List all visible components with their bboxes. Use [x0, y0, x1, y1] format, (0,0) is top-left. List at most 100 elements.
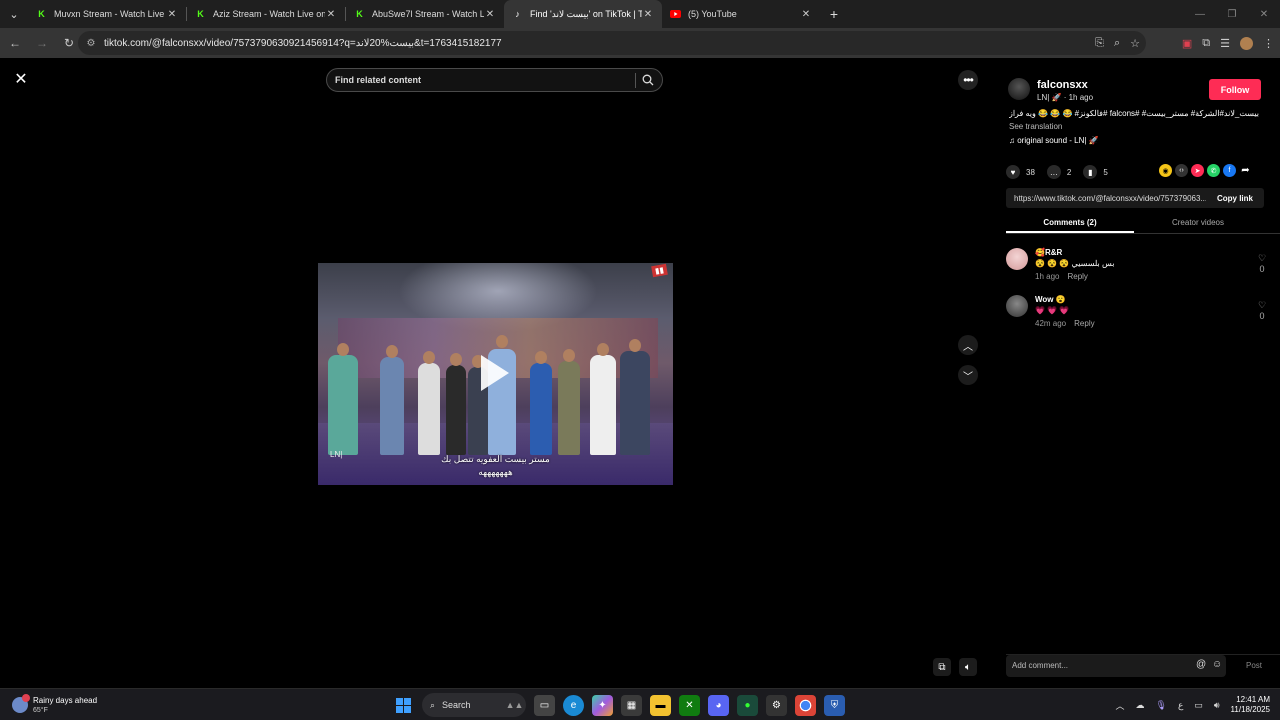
system-tray: ︿ ☁ 🎙︎ ع ▭ 🔊︎ 12:41 AM 11/18/2025: [1116, 693, 1270, 717]
forward-icon[interactable]: →: [30, 31, 54, 55]
follow-button[interactable]: Follow: [1209, 79, 1261, 100]
video-person: [446, 365, 466, 455]
site-info-icon[interactable]: ⚙: [78, 38, 104, 49]
facebook-icon[interactable]: f: [1223, 164, 1236, 177]
emoji-icon[interactable]: ☺: [1212, 659, 1222, 670]
picture-in-picture-icon[interactable]: ⧉: [933, 658, 951, 676]
share-link-box: https://www.tiktok.com/@falconsxx/video/…: [1006, 188, 1264, 208]
heart-outline-icon[interactable]: ♡: [1256, 300, 1268, 311]
reading-list-icon[interactable]: ☰: [1220, 37, 1230, 50]
tab-creator-videos[interactable]: Creator videos: [1134, 214, 1262, 233]
language-icon[interactable]: ع: [1178, 700, 1183, 711]
heart-outline-icon[interactable]: ♡: [1256, 253, 1268, 264]
volume-icon[interactable]: 🔈︎: [959, 658, 977, 676]
weather-widget[interactable]: Rainy days ahead 65°F: [12, 693, 122, 717]
commenter-name[interactable]: 🥰R&R: [1035, 248, 1062, 257]
author-avatar[interactable]: [1008, 78, 1030, 100]
video-person: [530, 363, 552, 455]
store-icon[interactable]: ▦: [621, 694, 642, 716]
close-tab-icon[interactable]: ✕: [166, 9, 178, 20]
url-text[interactable]: tiktok.com/@falconsxx/video/757379063092…: [104, 38, 502, 49]
copilot-icon[interactable]: ✦: [592, 694, 613, 716]
onedrive-icon[interactable]: ☁: [1136, 700, 1145, 711]
author-name[interactable]: falconsxx: [1037, 79, 1088, 91]
bookmark-star-icon[interactable]: ☆: [1130, 37, 1140, 50]
menu-kebab-icon[interactable]: ⋮: [1263, 37, 1274, 50]
taskbar-search[interactable]: ⌕ Search ▲▲: [422, 693, 526, 717]
browser-tab-4[interactable]: ♪ Find 'بيست لاند' on TikTok | TikTok ✕: [504, 0, 662, 28]
browser-tab-1[interactable]: K Muvxn Stream - Watch Live on Kick ✕: [28, 0, 186, 28]
browser-tab-5[interactable]: (5) YouTube ✕: [662, 0, 820, 28]
share-arrow-icon[interactable]: ➦: [1239, 164, 1252, 177]
clock[interactable]: 12:41 AM 11/18/2025: [1231, 695, 1270, 715]
tab-title: (5) YouTube: [688, 9, 737, 19]
see-translation-link[interactable]: See translation: [1009, 122, 1062, 131]
tab-comments[interactable]: Comments (2): [1006, 214, 1134, 233]
previous-video-icon[interactable]: ︿: [958, 335, 978, 355]
maximize-icon[interactable]: ❐: [1216, 0, 1248, 28]
defender-icon[interactable]: ⛨: [824, 694, 845, 716]
discord-icon[interactable]: ◕: [708, 694, 729, 716]
microphone-icon[interactable]: 🎙︎: [1156, 700, 1167, 711]
back-icon[interactable]: ←: [3, 31, 27, 55]
commenter-avatar[interactable]: [1006, 295, 1028, 317]
close-tab-icon[interactable]: ✕: [642, 9, 654, 20]
task-view-icon[interactable]: ▭: [534, 694, 555, 716]
add-comment-input[interactable]: Add comment...: [1006, 655, 1226, 677]
xbox-icon[interactable]: ✕: [679, 694, 700, 716]
commenter-name[interactable]: Wow 😮: [1035, 295, 1066, 304]
edge-icon[interactable]: e: [563, 694, 584, 716]
share-link-text[interactable]: https://www.tiktok.com/@falconsxx/video/…: [1006, 194, 1206, 203]
play-icon[interactable]: [481, 355, 509, 391]
find-related-search[interactable]: Find related content: [326, 68, 663, 92]
extension-badge-icon[interactable]: ▣: [1182, 37, 1192, 50]
reply-button[interactable]: Reply: [1074, 319, 1094, 328]
like-stat[interactable]: ♥ 38: [1006, 165, 1035, 179]
extensions-icon[interactable]: ⧉: [1202, 37, 1210, 50]
install-app-icon[interactable]: ⎘: [1095, 37, 1104, 50]
close-tab-icon[interactable]: ✕: [484, 9, 496, 20]
chrome-icon[interactable]: [795, 694, 816, 716]
sound-link[interactable]: ♫ original sound - LN| 🚀: [1009, 136, 1099, 145]
spotify-like-icon[interactable]: ●: [737, 694, 758, 716]
comment-stat[interactable]: … 2: [1046, 165, 1071, 179]
post-button[interactable]: Post: [1246, 661, 1262, 670]
tab-search-button[interactable]: ⌄: [0, 0, 28, 28]
chevron-up-icon[interactable]: ︿: [1116, 699, 1125, 712]
zoom-icon[interactable]: ⌕: [1114, 37, 1120, 50]
mention-icon[interactable]: @: [1196, 659, 1206, 670]
browser-tab-2[interactable]: K Aziz Stream - Watch Live on Kick ✕: [187, 0, 345, 28]
coin-icon[interactable]: ◉: [1159, 164, 1172, 177]
comment-like[interactable]: ♡ 0: [1256, 253, 1268, 275]
close-window-icon[interactable]: ✕: [1248, 0, 1280, 28]
browser-tab-3[interactable]: K AbuSwe7l Stream - Watch Live on Kick ✕: [346, 0, 504, 28]
more-options-icon[interactable]: •••: [958, 70, 978, 90]
bookmark-icon[interactable]: ▮: [1083, 165, 1098, 179]
next-video-icon[interactable]: ﹀: [958, 365, 978, 385]
embed-icon[interactable]: ‹›: [1175, 164, 1188, 177]
comment-text: بس بلسسيي 😵 😵 😵: [1035, 259, 1115, 268]
heart-share-icon[interactable]: ➤: [1191, 164, 1204, 177]
close-icon[interactable]: ✕: [10, 68, 32, 90]
network-icon[interactable]: ▭: [1194, 700, 1203, 711]
comment-like[interactable]: ♡ 0: [1256, 300, 1268, 322]
close-tab-icon[interactable]: ✕: [800, 9, 812, 20]
close-tab-icon[interactable]: ✕: [325, 9, 337, 20]
save-stat[interactable]: ▮ 5: [1083, 165, 1108, 179]
heart-icon[interactable]: ♥: [1006, 165, 1020, 179]
minimize-icon[interactable]: —: [1184, 0, 1216, 28]
address-bar[interactable]: ⚙ tiktok.com/@falconsxx/video/7573790630…: [78, 31, 1146, 55]
copy-link-button[interactable]: Copy link: [1206, 194, 1264, 203]
profile-avatar[interactable]: [1240, 36, 1253, 50]
reply-button[interactable]: Reply: [1067, 272, 1087, 281]
video-player[interactable]: ▮▮ LN| مستر بيست العفويه تتصل بك ههههههه…: [318, 263, 673, 485]
file-explorer-icon[interactable]: ▬: [650, 694, 671, 716]
comment-icon[interactable]: …: [1046, 165, 1061, 179]
search-icon[interactable]: [642, 74, 654, 86]
steam-like-icon[interactable]: ⚙: [766, 694, 787, 716]
commenter-avatar[interactable]: [1006, 248, 1028, 270]
speaker-icon[interactable]: 🔊︎: [1214, 700, 1220, 711]
whatsapp-icon[interactable]: ✆: [1207, 164, 1220, 177]
new-tab-button[interactable]: +: [820, 0, 848, 28]
start-button[interactable]: [393, 695, 414, 716]
